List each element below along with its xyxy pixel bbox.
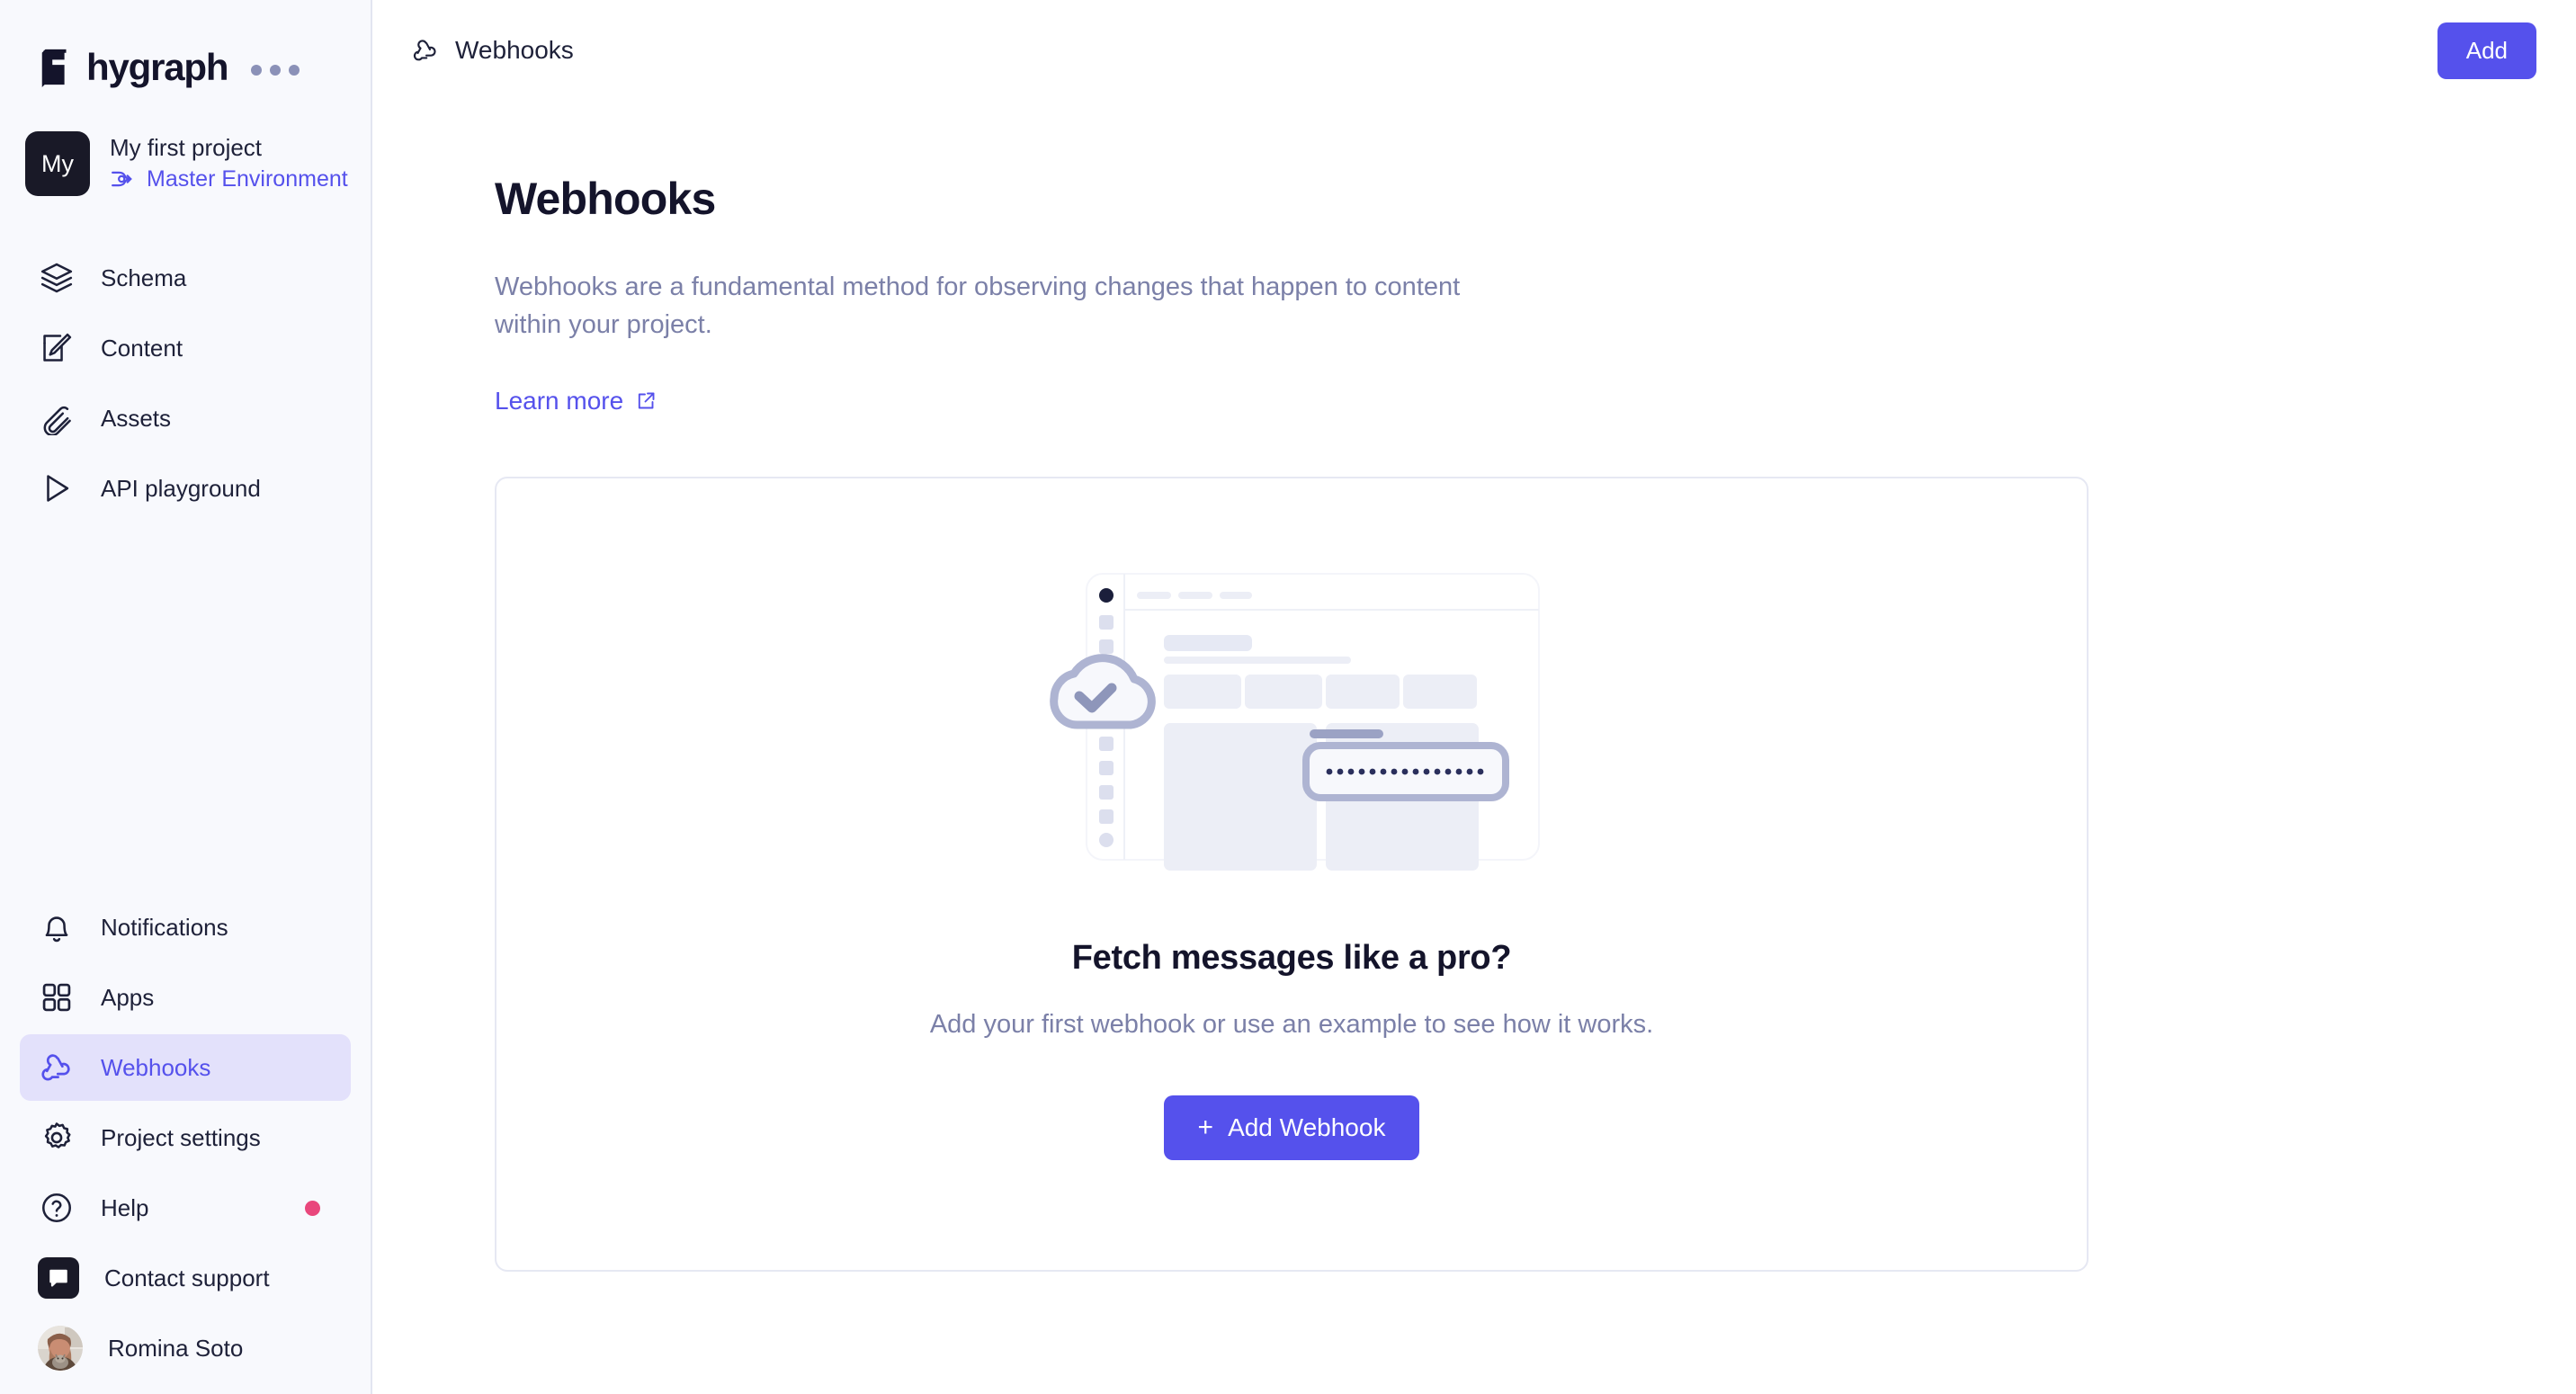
- main-area: Webhooks Add Webhooks Webhooks are a fun…: [372, 0, 2576, 1394]
- add-button[interactable]: Add: [2437, 22, 2536, 79]
- layers-icon: [38, 259, 76, 297]
- gear-icon: [38, 1119, 76, 1157]
- page-content: Webhooks Webhooks are a fundamental meth…: [372, 101, 2576, 1394]
- question-circle-icon: [38, 1189, 76, 1227]
- sidebar-item-project-settings[interactable]: Project settings: [20, 1104, 351, 1171]
- sidebar-item-schema[interactable]: Schema: [20, 245, 351, 311]
- cloud-check-dashboard-illustration: [1050, 573, 1540, 871]
- empty-state-card: Fetch messages like a pro? Add your firs…: [495, 477, 2089, 1273]
- sidebar-item-help[interactable]: Help: [20, 1175, 351, 1241]
- project-avatar: My: [25, 131, 90, 196]
- sidebar-item-label: Apps: [101, 984, 155, 1011]
- app-root: hygraph My My first project Master Envir…: [0, 0, 2576, 1394]
- sidebar-item-assets[interactable]: Assets: [20, 385, 351, 451]
- project-environment-label: Master Environment: [147, 166, 348, 192]
- project-environment[interactable]: Master Environment: [110, 166, 348, 192]
- help-notification-badge: [305, 1200, 320, 1216]
- project-meta: My first project Master Environment: [110, 134, 348, 192]
- sidebar-item-webhooks[interactable]: Webhooks: [20, 1034, 351, 1101]
- sidebar-item-content[interactable]: Content: [20, 315, 351, 381]
- sidebar-item-contact-support[interactable]: Contact support: [20, 1245, 351, 1311]
- sidebar-item-label: Schema: [101, 264, 187, 291]
- bell-icon: [38, 908, 76, 946]
- sidebar-item-label: Webhooks: [101, 1054, 211, 1081]
- hygraph-logo[interactable]: hygraph: [40, 48, 228, 87]
- sidebar-secondary-nav: Notifications Apps Webhooks Project sett…: [0, 890, 371, 1394]
- sidebar-item-label: Help: [101, 1194, 149, 1221]
- edit-square-icon: [38, 329, 76, 367]
- learn-more-label: Learn more: [495, 387, 624, 416]
- play-icon: [38, 469, 76, 507]
- webhook-icon: [413, 40, 436, 61]
- avatar: [38, 1326, 83, 1371]
- sidebar-item-label: API playground: [101, 475, 261, 502]
- sidebar-item-apps[interactable]: Apps: [20, 964, 351, 1031]
- sidebar-item-label: Romina Soto: [108, 1335, 244, 1362]
- hygraph-logo-mark: [41, 49, 67, 87]
- sidebar-item-notifications[interactable]: Notifications: [20, 894, 351, 961]
- plus-icon: +: [1197, 1113, 1214, 1143]
- page-title: Webhooks: [495, 174, 716, 224]
- grid-icon: [38, 978, 76, 1016]
- empty-state-title: Fetch messages like a pro?: [1071, 939, 1512, 978]
- webhook-icon: [38, 1049, 76, 1086]
- breadcrumb: Webhooks: [412, 36, 574, 65]
- sidebar-item-label: Assets: [101, 405, 172, 432]
- ellipsis-icon[interactable]: [251, 59, 300, 76]
- external-link-icon: [639, 392, 655, 409]
- add-webhook-button[interactable]: + Add Webhook: [1163, 1095, 1420, 1161]
- sidebar-item-api-playground[interactable]: API playground: [20, 455, 351, 522]
- sidebar: hygraph My My first project Master Envir…: [0, 0, 372, 1394]
- hygraph-logo-text: hygraph: [86, 46, 228, 88]
- branch-icon: [112, 172, 132, 187]
- add-webhook-label: Add Webhook: [1228, 1113, 1386, 1142]
- topbar-title: Webhooks: [455, 36, 574, 64]
- sidebar-item-label: Content: [101, 335, 183, 362]
- sidebar-primary-nav: Schema Content Assets API playground: [0, 201, 371, 525]
- project-switcher[interactable]: My My first project Master Environment: [0, 101, 371, 201]
- learn-more-link[interactable]: Learn more: [495, 387, 657, 416]
- chat-bubble-icon: [38, 1257, 79, 1299]
- project-name: My first project: [110, 134, 263, 162]
- sidebar-item-label: Project settings: [101, 1124, 261, 1151]
- sidebar-item-label: Notifications: [101, 914, 228, 941]
- brand-row: hygraph: [0, 0, 371, 101]
- empty-state-subtitle: Add your first webhook or use an example…: [929, 1010, 1654, 1040]
- paperclip-icon: [38, 399, 76, 437]
- sidebar-item-label: Contact support: [104, 1264, 270, 1291]
- page-description: Webhooks are a fundamental method for ob…: [495, 273, 1461, 340]
- topbar: Webhooks Add: [372, 0, 2576, 101]
- sidebar-item-user-profile[interactable]: Romina Soto: [20, 1315, 351, 1381]
